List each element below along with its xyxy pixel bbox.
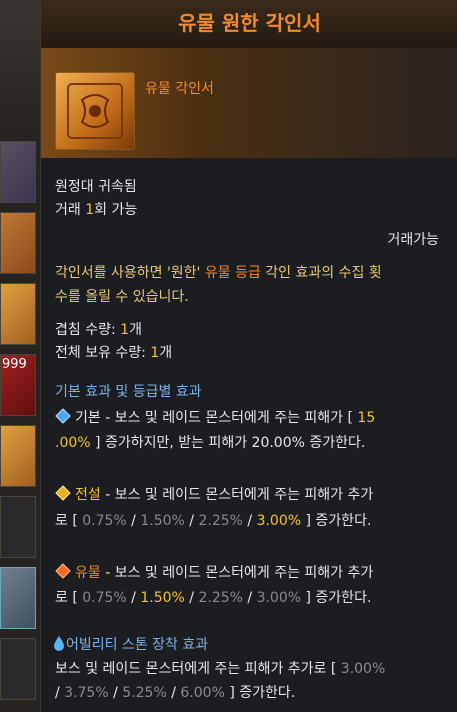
legend-effect-line-1: 전설 - 보스 및 레이드 몬스터에게 주는 피해가 추가 <box>55 484 373 504</box>
slot-count: 999 <box>2 357 27 372</box>
inventory-top <box>0 0 40 130</box>
inventory-slot[interactable] <box>0 283 36 345</box>
inventory-slot[interactable] <box>0 496 36 558</box>
trade-count: 거래 1회 가능 <box>55 202 138 218</box>
bind-status: 원정대 귀속됨 <box>55 179 137 195</box>
inventory-slot[interactable] <box>0 141 36 203</box>
tradable-status: 거래가능 <box>387 232 439 248</box>
legend-effect-line-2: 로 [ 0.75% / 1.50% / 2.25% / 3.00% ] 증가한다… <box>55 513 372 529</box>
item-grade: 유물 각인서 <box>145 81 214 97</box>
engraving-book-icon <box>55 72 135 150</box>
ability-effect-line-2: / 3.75% / 5.25% / 6.00% ] 증가한다. <box>55 685 296 701</box>
basic-effect-line-2: .00% ] 증가하지만, 받는 피해가 20.00% 증가한다. <box>55 435 366 451</box>
effects-header: 기본 효과 및 등급별 효과 <box>55 384 202 400</box>
item-tooltip: 유물 원한 각인서 유물 각인서 원정대 귀속됨 거래 1회 가능 거래가능 각… <box>40 0 457 712</box>
relic-effect-line-2: 로 [ 0.75% / 1.50% / 2.25% / 3.00% ] 증가한다… <box>55 590 372 606</box>
relic-effect-line-1: 유물 - 보스 및 레이드 몬스터에게 주는 피해가 추가 <box>55 562 373 582</box>
item-title: 유물 원한 각인서 <box>41 0 457 48</box>
diamond-gold-icon <box>55 485 71 501</box>
water-drop-icon <box>54 636 64 651</box>
stack-quantity: 겹침 수량: 1개 <box>55 322 142 338</box>
ability-effect-line-1: 보스 및 레이드 몬스터에게 주는 피해가 추가로 [ 3.00% <box>55 661 386 677</box>
owned-quantity: 전체 보유 수량: 1개 <box>55 345 173 361</box>
item-header: 유물 각인서 <box>41 48 457 158</box>
description-line-2: 수를 올릴 수 있습니다. <box>55 289 189 305</box>
diamond-orange-icon <box>55 563 71 579</box>
description-line-1: 각인서를 사용하면 '원한' 유물 등급 각인 효과의 수집 횟 <box>55 265 382 281</box>
diamond-blue-icon <box>55 408 71 424</box>
inventory-slot[interactable] <box>0 212 36 274</box>
inventory-slot[interactable] <box>0 567 36 629</box>
inventory-slot[interactable] <box>0 425 36 487</box>
ability-stone-header: 어빌리티 스톤 장착 효과 <box>53 634 208 654</box>
inventory-strip: 999 <box>0 0 40 712</box>
basic-effect-line-1: 기본 - 보스 및 레이드 몬스터에게 주는 피해가 [ 15 <box>55 407 375 427</box>
inventory-slot[interactable] <box>0 638 36 700</box>
